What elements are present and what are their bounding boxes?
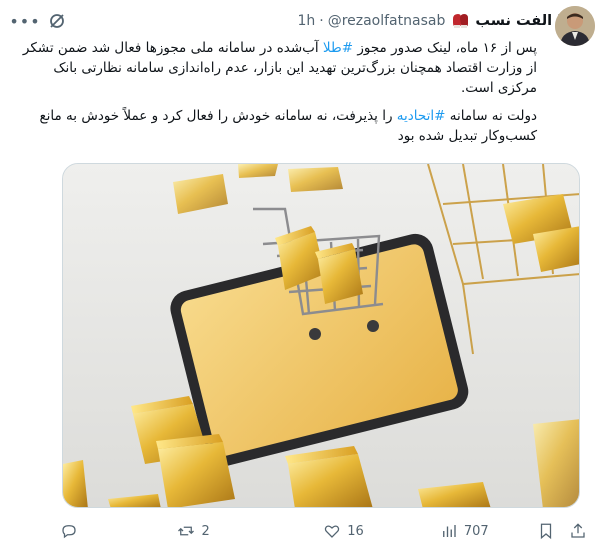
hashtag-union[interactable]: #اتحادیه xyxy=(397,108,446,124)
tweet-paragraph-1: پس از ۱۶ ماه، لینک صدور مجوز #طلا آب‌شده… xyxy=(18,38,537,98)
share-icon xyxy=(571,523,585,538)
reply-icon xyxy=(62,525,76,539)
retweet-button[interactable]: 2 xyxy=(177,522,323,540)
tweet-header: ••• 1h · @rezaolfatnasab رضا الفت نسب xyxy=(9,8,593,34)
text-segment: دولت نه سامانه xyxy=(445,108,537,124)
user-handle[interactable]: @rezaolfatnasab xyxy=(328,13,446,29)
tweet-image[interactable] xyxy=(62,163,580,508)
meta-separator: · xyxy=(319,13,324,29)
tweet-time[interactable]: 1h xyxy=(297,13,315,29)
text-segment: پس از ۱۶ ماه، لینک صدور مجوز xyxy=(353,40,537,56)
boxing-glove-icon xyxy=(451,13,469,29)
retweet-icon xyxy=(178,526,195,536)
tweet-text: پس از ۱۶ ماه، لینک صدور مجوز #طلا آب‌شده… xyxy=(18,38,537,146)
share-button[interactable] xyxy=(569,522,587,540)
views-count: 707 xyxy=(463,523,489,539)
tweet-paragraph-2: دولت نه سامانه #اتحادیه را پذیرفت، نه سا… xyxy=(18,106,537,146)
more-icon[interactable]: ••• xyxy=(9,10,39,32)
tweet-actions: 2 16 707 xyxy=(60,519,587,543)
bookmark-icon xyxy=(540,523,552,540)
retweet-count: 2 xyxy=(201,523,210,539)
views-button[interactable]: 707 xyxy=(440,522,537,540)
views-icon xyxy=(442,525,456,537)
like-icon xyxy=(325,525,340,538)
like-count: 16 xyxy=(347,523,364,539)
like-button[interactable]: 16 xyxy=(323,522,440,540)
hashtag-gold[interactable]: #طلا xyxy=(323,40,353,56)
grok-icon[interactable] xyxy=(46,10,68,32)
tweet-card[interactable]: ••• 1h · @rezaolfatnasab رضا الفت نسب پس… xyxy=(0,0,607,557)
reply-button[interactable] xyxy=(60,522,147,540)
tweet-meta: 1h · @rezaolfatnasab رضا الفت نسب xyxy=(297,13,585,29)
avatar[interactable] xyxy=(555,6,595,46)
bookmark-button[interactable] xyxy=(537,522,555,540)
gold-cart-phone-illustration xyxy=(63,164,579,507)
